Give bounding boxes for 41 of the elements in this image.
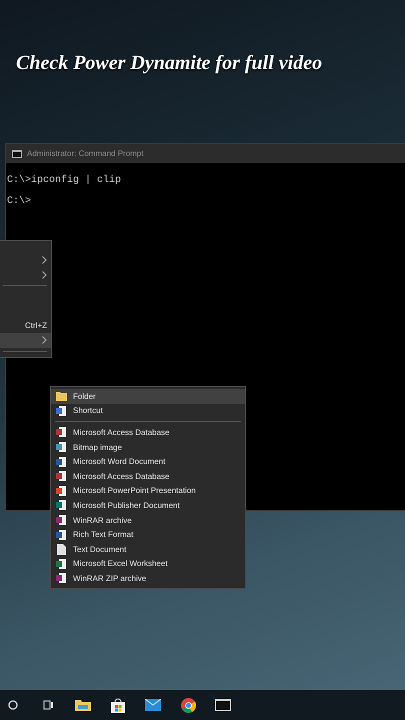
- video-caption: Check Power Dynamite for full video: [16, 52, 322, 75]
- file-icon: [56, 573, 66, 584]
- menu-item[interactable]: WinRAR archive: [51, 512, 245, 528]
- browser-icon[interactable]: [180, 698, 196, 712]
- file-icon: [56, 406, 66, 416]
- file-icon: [56, 442, 66, 452]
- window-title: Administrator: Command Prompt: [27, 149, 144, 158]
- menu-item[interactable]: Text Document: [51, 542, 245, 557]
- menu-item[interactable]: Microsoft Excel Worksheet: [51, 556, 245, 572]
- menu-item[interactable]: Microsoft PowerPoint Presentation: [51, 484, 245, 498]
- folder-icon: [56, 391, 66, 402]
- terminal-icon: [12, 150, 22, 158]
- document-icon: [56, 544, 66, 555]
- shopping-bag-icon[interactable]: [111, 698, 125, 712]
- file-icon: [56, 456, 66, 467]
- menu-item[interactable]: Microsoft Access Database: [51, 468, 245, 484]
- file-icon: [56, 558, 66, 569]
- file-icon: [56, 530, 66, 540]
- menu-item[interactable]: Microsoft Access Database: [51, 425, 245, 440]
- task-view-icon[interactable]: [42, 700, 54, 710]
- file-icon: [56, 471, 66, 482]
- file-icon: [56, 515, 66, 526]
- terminal-icon[interactable]: [215, 699, 231, 711]
- console-line: C:\>: [7, 196, 32, 207]
- menu-item[interactable]: Microsoft Word Document: [51, 454, 245, 469]
- search-icon[interactable]: [8, 700, 18, 710]
- file-icon: [56, 427, 66, 438]
- file-icon: [56, 486, 66, 496]
- console-line: C:\>ipconfig | clip: [7, 175, 122, 186]
- shortcut-label: Ctrl+Z: [25, 321, 47, 330]
- menu-item[interactable]: Shortcut: [51, 404, 245, 418]
- menu-item[interactable]: Microsoft Publisher Document: [51, 498, 245, 513]
- menu-item[interactable]: WinRAR ZIP archive: [51, 571, 245, 586]
- menu-item[interactable]: Folder: [51, 389, 245, 404]
- menu-item[interactable]: Rich Text Format: [51, 527, 245, 542]
- file-icon: [56, 500, 66, 510]
- menu-item[interactable]: Bitmap image: [51, 440, 245, 454]
- chevron-icon: [42, 336, 47, 344]
- menu-item[interactable]: Ctrl+Z: [0, 318, 51, 333]
- folder-icon[interactable]: [75, 699, 91, 711]
- mail-icon[interactable]: [145, 699, 161, 711]
